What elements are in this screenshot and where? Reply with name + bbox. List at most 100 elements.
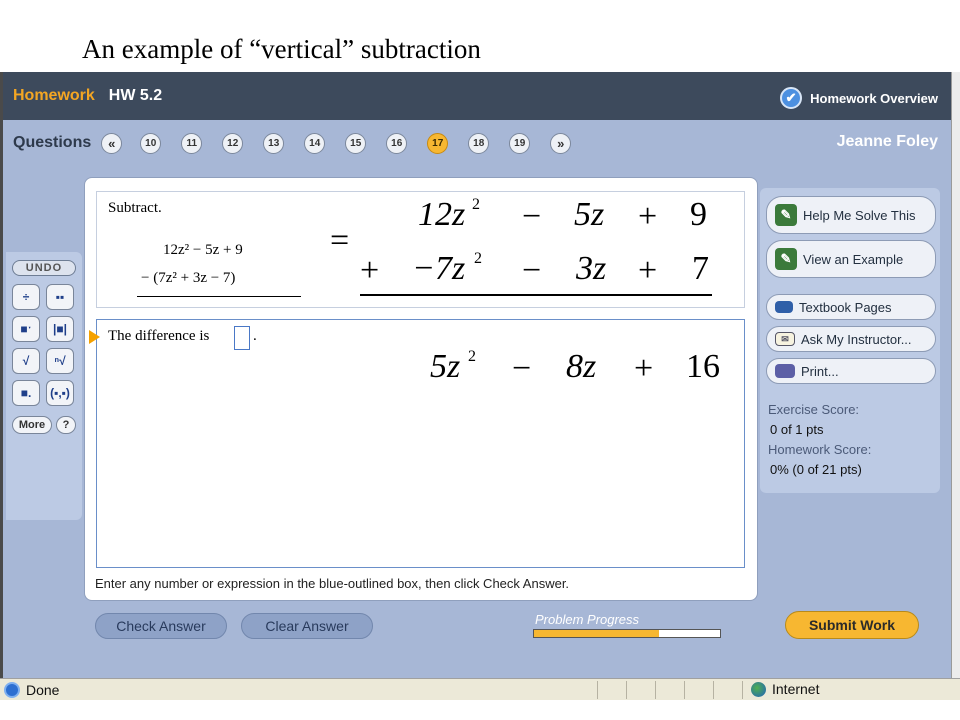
homework-overview-button[interactable]: ✔ Homework Overview <box>780 87 938 109</box>
homework-header: Homework HW 5.2 ✔ Homework Overview <box>3 72 952 120</box>
submit-work-button[interactable]: Submit Work <box>785 611 919 639</box>
more-tools-button[interactable]: More <box>12 416 52 434</box>
interval-icon[interactable]: (▪,▪) <box>46 380 74 406</box>
decimal-icon[interactable]: ■. <box>12 380 40 406</box>
question-panel: Subtract. 12z² − 5z + 9 − (7z² + 3z − 7)… <box>84 177 758 601</box>
annotation-row1-op2: + <box>638 198 658 235</box>
math-palette-toolbar: UNDO ÷ ▪▪ ■ˑ |■| √ ⁿ√ ■. (▪,▪) More ? <box>6 252 82 520</box>
status-divider <box>597 681 598 699</box>
answer-prompt: The difference is <box>108 328 210 344</box>
annotation-row2-op2: + <box>638 252 658 289</box>
question-divider-line <box>137 296 301 297</box>
help-pencil-icon: ✎ <box>775 204 797 226</box>
annotation-row1-term3: 9 <box>690 196 707 233</box>
status-divider <box>713 681 714 699</box>
check-answer-button[interactable]: Check Answer <box>95 613 227 639</box>
help-side-panel: ✎ Help Me Solve This ✎ View an Example T… <box>760 188 940 493</box>
question-navigator: Questions « 10 11 12 13 14 15 16 17 18 1… <box>3 130 952 156</box>
status-done: Done <box>26 681 60 698</box>
homework-score-value: 0% (0 of 21 pts) <box>770 462 862 477</box>
question-button-17-current[interactable]: 17 <box>427 132 449 154</box>
annotation-result-term3: 16 <box>686 348 720 385</box>
printer-icon <box>775 364 795 378</box>
previous-questions-button[interactable]: « <box>101 132 123 154</box>
problem-progress-label: Problem Progress <box>535 612 640 627</box>
annotation-result-exponent: 2 <box>468 348 476 365</box>
question-button-16[interactable]: 16 <box>386 132 408 154</box>
view-example-button[interactable]: ✎ View an Example <box>766 240 936 278</box>
page-status-icon <box>4 681 20 698</box>
help-me-solve-label: Help Me Solve This <box>803 207 916 223</box>
book-icon <box>775 301 793 313</box>
annotation-row2-exponent: 2 <box>474 250 482 267</box>
homework-score-label: Homework Score: <box>768 442 872 457</box>
status-divider <box>626 681 627 699</box>
envelope-icon: ✉ <box>775 332 795 346</box>
nth-root-icon[interactable]: ⁿ√ <box>46 348 74 374</box>
question-button-15[interactable]: 15 <box>345 132 367 154</box>
answer-input[interactable] <box>234 326 250 350</box>
toolbar-help-button[interactable]: ? <box>56 416 76 434</box>
annotation-row1-exponent: 2 <box>472 196 480 213</box>
annotation-row2-op1: − <box>522 252 542 289</box>
annotation-result-term1: 5z <box>430 348 461 385</box>
status-divider <box>684 681 685 699</box>
homework-overview-label: Homework Overview <box>810 90 938 106</box>
annotation-row2-term1: −7z <box>412 250 466 287</box>
answer-pointer-icon <box>89 330 100 344</box>
annotation-equals-sign: = <box>330 222 350 259</box>
question-subtrahend: − (7z² + 3z − 7) <box>141 270 236 286</box>
annotation-row2-op0: + <box>360 252 380 289</box>
annotation-sum-line <box>360 294 712 296</box>
exercise-score-label: Exercise Score: <box>768 402 860 417</box>
annotation-row1-op1: − <box>522 198 542 235</box>
user-name: Jeanne Foley <box>836 133 938 150</box>
question-button-19[interactable]: 19 <box>509 132 531 154</box>
example-pencil-icon: ✎ <box>775 248 797 270</box>
annotation-row1-term2: 5z <box>574 196 605 233</box>
problem-progress-bar <box>533 629 721 638</box>
annotation-result-op1: − <box>512 350 532 387</box>
clear-answer-button[interactable]: Clear Answer <box>241 613 373 639</box>
internet-zone-label: Internet <box>772 681 820 697</box>
question-button-14[interactable]: 14 <box>304 132 326 154</box>
status-divider <box>655 681 656 699</box>
question-button-12[interactable]: 12 <box>222 132 244 154</box>
exercise-score-value: 0 of 1 pts <box>770 422 824 437</box>
slide-title: An example of “vertical” subtraction <box>82 34 481 64</box>
square-root-icon[interactable]: √ <box>12 348 40 374</box>
exponent-icon[interactable]: ■ˑ <box>12 316 40 342</box>
question-button-13[interactable]: 13 <box>263 132 285 154</box>
ask-instructor-label: Ask My Instructor... <box>801 331 912 347</box>
absolute-value-icon[interactable]: |■| <box>46 316 74 342</box>
textbook-pages-button[interactable]: Textbook Pages <box>766 294 936 320</box>
check-icon: ✔ <box>780 87 803 109</box>
annotation-row2-term2: 3z <box>576 250 607 287</box>
annotation-row1-term1: 12z <box>418 196 466 233</box>
problem-progress-fill <box>534 630 659 637</box>
print-button[interactable]: Print... <box>766 358 936 384</box>
question-minuend: 12z² − 5z + 9 <box>163 242 243 258</box>
mixed-number-icon[interactable]: ▪▪ <box>46 284 74 310</box>
ask-instructor-button[interactable]: ✉ Ask My Instructor... <box>766 326 936 352</box>
view-example-label: View an Example <box>803 251 904 267</box>
undo-button[interactable]: UNDO <box>12 260 76 276</box>
help-me-solve-button[interactable]: ✎ Help Me Solve This <box>766 196 936 234</box>
annotation-result-op2: + <box>634 350 654 387</box>
textbook-pages-label: Textbook Pages <box>799 299 892 315</box>
question-button-18[interactable]: 18 <box>468 132 490 154</box>
question-instruction: Subtract. <box>108 200 162 216</box>
questions-label: Questions <box>13 134 92 151</box>
homework-label: Homework <box>13 87 95 104</box>
homework-app-window: Homework HW 5.2 ✔ Homework Overview Ques… <box>0 72 960 678</box>
homework-name: HW 5.2 <box>108 87 163 104</box>
next-questions-button[interactable]: » <box>550 132 572 154</box>
fraction-icon[interactable]: ÷ <box>12 284 40 310</box>
question-button-11[interactable]: 11 <box>181 132 203 154</box>
status-divider <box>742 681 743 699</box>
question-button-10[interactable]: 10 <box>140 132 162 154</box>
internet-zone-icon <box>751 682 766 697</box>
print-label: Print... <box>801 363 839 379</box>
answer-period: . <box>253 328 257 344</box>
annotation-row2-term3: 7 <box>692 250 709 287</box>
